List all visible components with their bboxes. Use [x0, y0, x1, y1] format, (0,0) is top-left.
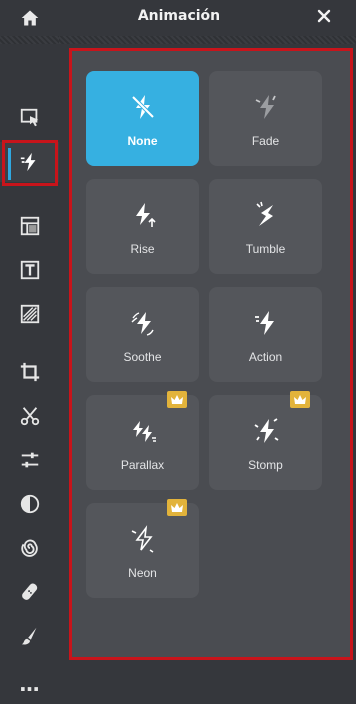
no-animation-icon: [131, 95, 154, 119]
crop-icon: [20, 362, 39, 382]
brush-tool-button[interactable]: [0, 616, 59, 656]
brush-icon: [21, 627, 36, 645]
animation-option-action[interactable]: Action: [209, 287, 322, 382]
animation-label: Soothe: [123, 350, 162, 364]
contrast-icon: [20, 494, 39, 514]
animation-option-parallax[interactable]: Parallax: [86, 391, 199, 490]
tool-rail: …: [0, 0, 59, 704]
crown-icon: [171, 394, 183, 404]
animation-label: Neon: [128, 566, 157, 580]
more-button[interactable]: …: [0, 664, 59, 704]
fade-icon: [255, 95, 276, 119]
action-icon: [254, 311, 274, 335]
contrast-tool-button[interactable]: [0, 484, 59, 524]
panel-header: Animación: [59, 0, 356, 36]
close-button[interactable]: [314, 6, 334, 26]
animation-option-neon[interactable]: Neon: [86, 499, 199, 598]
select-tool-button[interactable]: [0, 98, 59, 138]
animation-option-tumble[interactable]: Tumble: [209, 179, 322, 274]
cut-icon: [20, 407, 39, 426]
premium-badge: [167, 499, 187, 516]
premium-badge: [167, 391, 187, 408]
close-icon: [317, 9, 331, 23]
animation-option-soothe[interactable]: Soothe: [86, 287, 199, 382]
bandage-icon: [21, 583, 37, 600]
crown-icon: [294, 394, 306, 404]
animation-label: Fade: [251, 134, 280, 148]
animation-panel: Animación None Fade Rise Tumble Soothe A…: [59, 0, 356, 704]
animation-option-fade[interactable]: Fade: [209, 71, 322, 166]
animation-grid: None Fade Rise Tumble Soothe Action Para…: [69, 48, 353, 660]
active-tool-highlight: [2, 140, 58, 186]
more-icon: …: [19, 672, 40, 696]
crop-tool-button[interactable]: [0, 352, 59, 392]
rise-icon: [135, 203, 156, 227]
spiral-icon: [20, 539, 38, 557]
home-icon: [21, 10, 38, 26]
layout-icon: [20, 216, 39, 236]
home-button[interactable]: [0, 0, 59, 36]
panel-divider: [59, 36, 356, 44]
animation-option-stomp[interactable]: Stomp: [209, 391, 322, 490]
rail-divider: [0, 36, 59, 44]
layout-tool-button[interactable]: [0, 206, 59, 246]
animation-label: Tumble: [245, 242, 286, 256]
neon-icon: [131, 525, 153, 553]
bandage-tool-button[interactable]: [0, 572, 59, 612]
stomp-icon: [254, 418, 278, 443]
text-icon: [20, 260, 39, 280]
adjust-icon: [21, 452, 38, 468]
parallax-icon: [132, 421, 156, 442]
texture-icon: [20, 304, 39, 324]
animation-option-none[interactable]: None: [86, 71, 199, 166]
cut-tool-button[interactable]: [0, 396, 59, 436]
panel-title: Animación: [137, 8, 221, 24]
text-tool-button[interactable]: [0, 250, 59, 290]
select-icon: [20, 108, 38, 127]
adjust-tool-button[interactable]: [0, 440, 59, 480]
animation-label: Stomp: [248, 458, 283, 472]
texture-tool-button[interactable]: [0, 294, 59, 334]
animation-label: None: [127, 134, 158, 148]
animation-label: Rise: [130, 242, 155, 256]
soothe-icon: [131, 312, 154, 336]
animation-label: Action: [248, 350, 283, 364]
crown-icon: [171, 502, 183, 512]
animation-option-rise[interactable]: Rise: [86, 179, 199, 274]
tumble-icon: [255, 201, 273, 226]
animation-label: Parallax: [120, 458, 165, 472]
premium-badge: [290, 391, 310, 408]
spiral-tool-button[interactable]: [0, 528, 59, 568]
